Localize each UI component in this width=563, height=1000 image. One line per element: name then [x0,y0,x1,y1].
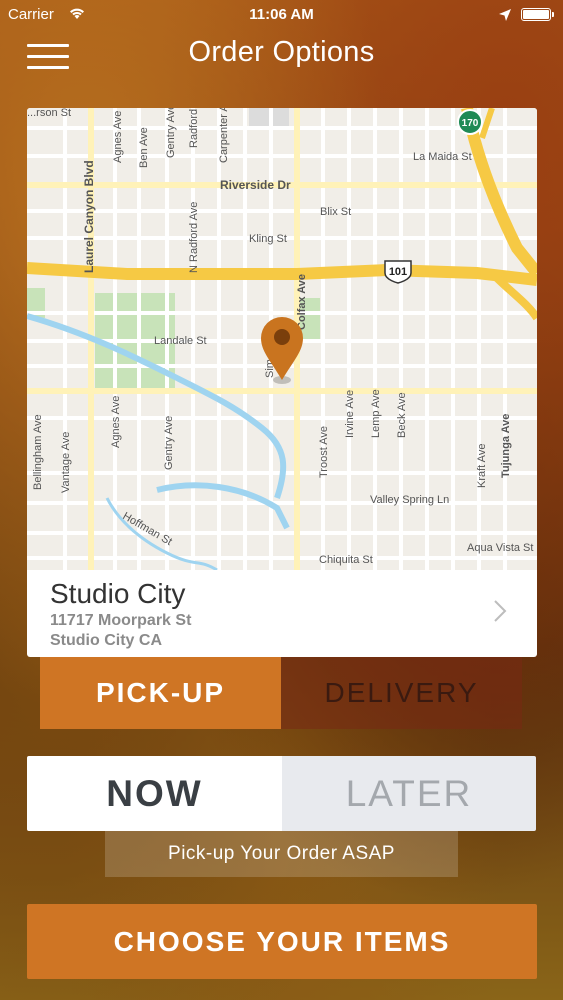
svg-text:Vantage Ave: Vantage Ave [60,432,72,493]
choose-items-button[interactable]: CHOOSE YOUR ITEMS [27,904,537,979]
svg-text:Agnes Ave: Agnes Ave [112,111,124,163]
svg-text:Radford Ave: Radford Ave [188,108,200,148]
svg-text:Troost Ave: Troost Ave [318,426,330,478]
svg-text:Landale St: Landale St [154,335,207,347]
svg-text:Tujunga Ave: Tujunga Ave [500,414,512,478]
map-view[interactable]: 101 170 La Maida St Riverside Dr Blix St… [27,108,537,570]
later-tab[interactable]: LATER [282,756,536,831]
svg-text:Colfax Ave: Colfax Ave [296,274,308,330]
location-card: 101 170 La Maida St Riverside Dr Blix St… [27,108,537,657]
page-title: Order Options [188,36,375,68]
status-bar: Carrier 11:06 AM [0,0,563,30]
svg-text:Ben Ave: Ben Ave [138,127,150,168]
svg-text:101: 101 [389,266,407,278]
nav-bar: Order Options [0,30,563,80]
svg-text:Bellingham Ave: Bellingham Ave [32,414,44,490]
svg-text:Aqua Vista St: Aqua Vista St [467,542,533,554]
svg-text:Kling St: Kling St [249,233,287,245]
svg-text:Blix St: Blix St [320,206,351,218]
svg-text:Chiquita St: Chiquita St [319,554,373,566]
now-tab[interactable]: NOW [27,756,282,831]
fulfillment-segmented-control: PICK-UP DELIVERY [40,657,522,729]
svg-text:...rson St: ...rson St [27,108,71,119]
svg-text:Beck Ave: Beck Ave [396,392,408,438]
order-timing-hint: Pick-up Your Order ASAP [105,831,458,877]
store-address-line1: 11717 Moorpark St [50,612,192,629]
location-arrow-icon [499,9,511,21]
battery-tip [552,12,554,17]
svg-text:Carpenter Ave: Carpenter Ave [218,108,230,163]
store-address-line2: Studio City CA [50,632,162,649]
svg-text:Valley Spring Ln: Valley Spring Ln [370,494,449,506]
svg-text:Kraft Ave: Kraft Ave [476,444,488,488]
highway-101-shield: 101 [384,260,412,284]
svg-text:170: 170 [462,118,479,129]
svg-text:Gentry Ave: Gentry Ave [165,108,177,158]
svg-text:La Maida St: La Maida St [413,151,472,163]
timing-segmented-control: NOW LATER [27,756,536,831]
svg-text:Lemp Ave: Lemp Ave [370,389,382,438]
svg-text:Gentry Ave: Gentry Ave [163,416,175,470]
clock: 11:06 AM [249,6,314,23]
svg-text:Riverside Dr: Riverside Dr [220,178,291,192]
svg-text:N Radford Ave: N Radford Ave [188,202,200,273]
pickup-tab[interactable]: PICK-UP [40,657,281,729]
highway-170-shield: 170 [457,109,483,135]
store-location-row[interactable]: Studio City 11717 Moorpark St Studio Cit… [27,570,537,657]
battery-icon [521,8,551,21]
svg-text:Agnes Ave: Agnes Ave [110,396,122,448]
svg-text:Irvine Ave: Irvine Ave [344,390,356,438]
store-name: Studio City [50,578,186,609]
chevron-right-icon [494,600,507,622]
delivery-tab[interactable]: DELIVERY [281,657,522,729]
svg-text:Laurel Canyon Blvd: Laurel Canyon Blvd [82,160,96,273]
